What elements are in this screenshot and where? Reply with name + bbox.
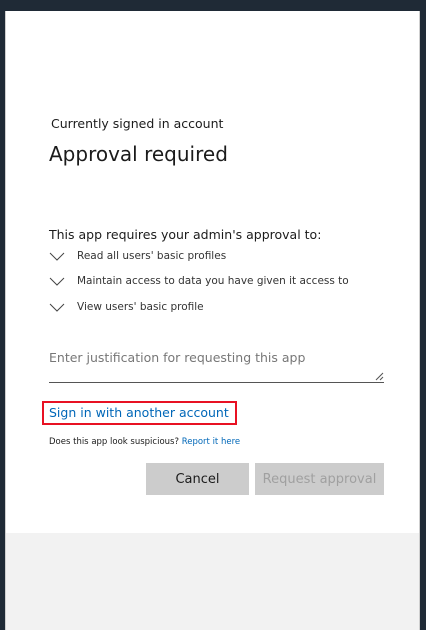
chevron-down-icon[interactable]: [49, 252, 65, 261]
request-approval-button[interactable]: Request approval: [255, 463, 384, 495]
account-label: Currently signed in account: [51, 116, 224, 131]
permission-item[interactable]: Maintain access to data you have given i…: [49, 275, 349, 287]
cancel-button[interactable]: Cancel: [146, 463, 249, 495]
consent-dialog: Currently signed in account Approval req…: [5, 11, 420, 630]
permission-label: Read all users' basic profiles: [77, 250, 227, 262]
footer-band: [6, 533, 419, 630]
sign-in-another-account-link[interactable]: Sign in with another account: [42, 401, 237, 425]
permission-label: Maintain access to data you have given i…: [77, 275, 349, 287]
justification-field[interactable]: [49, 348, 384, 383]
permission-label: View users' basic profile: [77, 301, 204, 313]
permission-item[interactable]: Read all users' basic profiles: [49, 250, 226, 262]
permissions-intro: This app requires your admin's approval …: [49, 227, 322, 242]
permission-item[interactable]: View users' basic profile: [49, 301, 204, 313]
chevron-down-icon[interactable]: [49, 277, 65, 286]
page-title: Approval required: [49, 142, 228, 166]
report-link[interactable]: Report it here: [182, 437, 240, 447]
chevron-down-icon[interactable]: [49, 303, 65, 312]
resize-grip-icon[interactable]: [375, 372, 384, 381]
suspicious-text: Does this app look suspicious?: [49, 437, 179, 447]
suspicious-notice: Does this app look suspicious? Report it…: [49, 437, 240, 447]
